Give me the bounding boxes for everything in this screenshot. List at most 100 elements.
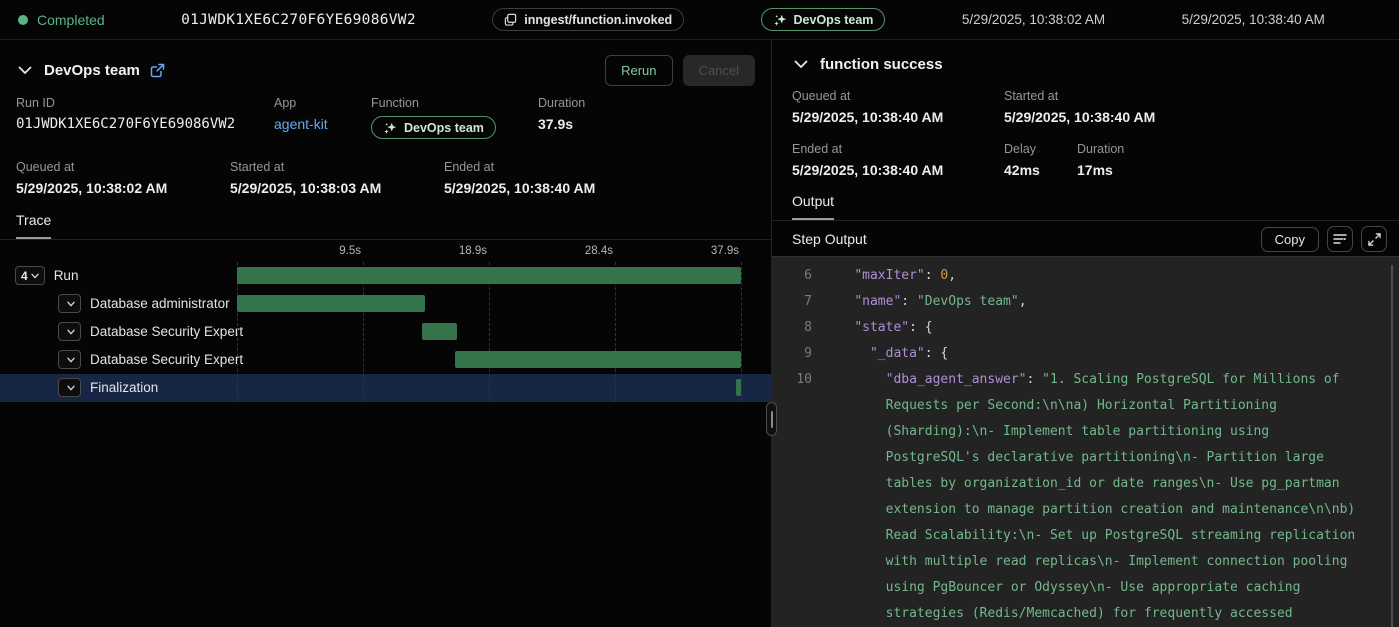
code-line-content: "name": "DevOps team", xyxy=(823,289,1399,315)
status-label: Completed xyxy=(37,12,105,28)
code-scrollbar[interactable] xyxy=(1391,265,1393,627)
trace-row-track xyxy=(237,346,741,374)
code-line: 8 "state": { xyxy=(772,315,1399,341)
run-id-value: 01JWDK1XE6C270F6YE69086VW2 xyxy=(16,116,274,132)
code-line-number: 10 xyxy=(772,367,812,627)
code-line-content: "maxIter": 0, xyxy=(823,263,1399,289)
panel-resize-handle[interactable] xyxy=(766,402,777,436)
expand-count: 4 xyxy=(21,269,28,283)
run-timestamps: Queued at 5/29/2025, 10:38:02 AM Started… xyxy=(16,160,755,196)
expand-steps-button[interactable] xyxy=(58,378,81,397)
expand-output-button[interactable] xyxy=(1361,226,1387,252)
code-token-str: "DevOps team" xyxy=(917,294,1019,309)
chevron-down-icon xyxy=(67,301,75,307)
step-queued-value: 5/29/2025, 10:38:40 AM xyxy=(792,109,1004,125)
event-icon xyxy=(504,13,517,26)
wrap-text-button[interactable] xyxy=(1327,226,1353,252)
run-id-label: Run ID xyxy=(16,96,274,110)
code-token-p: : { xyxy=(909,320,932,335)
queued-at-value: 5/29/2025, 10:38:02 AM xyxy=(16,180,230,196)
step-ended-value: 5/29/2025, 10:38:40 AM xyxy=(792,162,1004,178)
trace-bar[interactable] xyxy=(237,267,741,284)
function-badge-label: DevOps team xyxy=(404,121,484,135)
right-tab-bar: Output xyxy=(772,193,1399,221)
function-badge[interactable]: DevOps team xyxy=(371,116,496,139)
event-badge[interactable]: inngest/function.invoked xyxy=(492,8,684,31)
tab-trace[interactable]: Trace xyxy=(16,212,51,239)
expand-steps-button[interactable] xyxy=(58,294,81,313)
chevron-down-icon xyxy=(31,273,39,279)
trace-row[interactable]: Database Security Expert xyxy=(0,318,771,346)
app-link[interactable]: agent-kit xyxy=(274,116,371,132)
run-status: Completed xyxy=(18,12,105,28)
step-delay-value: 42ms xyxy=(1004,162,1077,178)
chevron-down-icon xyxy=(67,329,75,335)
trace-row[interactable]: Database administrator xyxy=(0,290,771,318)
trace-rows: 4 Run Database administrator Datab xyxy=(0,262,771,402)
code-token-p: : xyxy=(925,268,941,283)
expand-steps-button[interactable] xyxy=(58,350,81,369)
run-details-pane: DevOps team Rerun Cancel Run ID 01JWDK1X… xyxy=(0,40,771,627)
code-token-str: "1. Scaling PostgreSQL for Millions of R… xyxy=(886,372,1363,627)
step-output-title: Step Output xyxy=(792,231,1253,247)
trace-row[interactable]: Database Security Expert xyxy=(0,346,771,374)
trace-row[interactable]: 4 Run xyxy=(0,262,771,290)
run-title: DevOps team xyxy=(44,62,140,79)
trace-row-label: Database Security Expert xyxy=(90,324,243,339)
cancel-button[interactable]: Cancel xyxy=(683,55,755,86)
trace-row[interactable]: Finalization xyxy=(0,374,771,402)
chevron-down-icon xyxy=(18,66,32,75)
code-token-p: : xyxy=(901,294,917,309)
trace-row-track xyxy=(237,290,741,318)
axis-tick-label: 18.9s xyxy=(459,245,489,257)
expand-steps-button[interactable]: 4 xyxy=(15,266,45,285)
collapse-step-chevron[interactable] xyxy=(792,58,810,71)
trace-row-label: Database administrator xyxy=(90,296,230,311)
code-token-p: , xyxy=(948,268,956,283)
expand-steps-button[interactable] xyxy=(58,322,81,341)
duration-value: 37.9s xyxy=(538,116,585,132)
code-line: 6 "maxIter": 0, xyxy=(772,263,1399,289)
chevron-down-icon xyxy=(67,385,75,391)
run-metadata: Run ID 01JWDK1XE6C270F6YE69086VW2 App ag… xyxy=(16,96,755,140)
external-link-icon[interactable] xyxy=(150,63,165,78)
step-output-code[interactable]: 6 "maxIter": 0, 7 "name": "DevOps team",… xyxy=(772,256,1399,627)
step-output-header: Step Output Copy xyxy=(772,222,1399,256)
rerun-button[interactable]: Rerun xyxy=(605,55,672,86)
code-lines-container: 6 "maxIter": 0, 7 "name": "DevOps team",… xyxy=(772,263,1399,627)
copy-button[interactable]: Copy xyxy=(1261,227,1319,252)
code-token-key: "name" xyxy=(854,294,901,309)
queued-at-label: Queued at xyxy=(16,160,230,174)
tab-output[interactable]: Output xyxy=(792,193,834,220)
code-line-content: "state": { xyxy=(823,315,1399,341)
trace-bar[interactable] xyxy=(237,295,425,312)
step-details-pane: function success Queued at 5/29/2025, 10… xyxy=(772,40,1399,627)
trace-waterfall: 9.5s18.9s28.4s37.9s 4 Run Database admin… xyxy=(0,240,771,402)
chevron-down-icon xyxy=(794,60,808,69)
ended-at-label: Ended at xyxy=(444,160,658,174)
top-function-badge-label: DevOps team xyxy=(794,13,874,27)
trace-bar[interactable] xyxy=(455,351,741,368)
main-area: DevOps team Rerun Cancel Run ID 01JWDK1X… xyxy=(0,40,1399,627)
function-label: Function xyxy=(371,96,538,110)
trace-row-track xyxy=(237,374,741,402)
trace-row-label: Database Security Expert xyxy=(90,352,243,367)
trace-row-label: Finalization xyxy=(90,380,158,395)
code-line: 7 "name": "DevOps team", xyxy=(772,289,1399,315)
sparkles-icon xyxy=(383,121,397,135)
code-token-p: : { xyxy=(925,346,948,361)
trace-bar[interactable] xyxy=(736,379,741,396)
top-ended-timestamp: 5/29/2025, 10:38:40 AM xyxy=(1182,12,1325,27)
wrap-text-icon xyxy=(1333,233,1347,245)
trace-bar[interactable] xyxy=(422,323,457,340)
trace-row-track xyxy=(237,318,741,346)
code-token-key: "_data" xyxy=(870,346,925,361)
step-started-label: Started at xyxy=(1004,89,1216,103)
step-title: function success xyxy=(820,56,943,73)
started-at-label: Started at xyxy=(230,160,444,174)
step-delay-label: Delay xyxy=(1004,142,1077,156)
status-dot-icon xyxy=(18,15,28,25)
top-run-id: 01JWDK1XE6C270F6YE69086VW2 xyxy=(181,12,416,28)
top-function-badge[interactable]: DevOps team xyxy=(761,8,886,31)
collapse-run-chevron[interactable] xyxy=(16,64,34,77)
